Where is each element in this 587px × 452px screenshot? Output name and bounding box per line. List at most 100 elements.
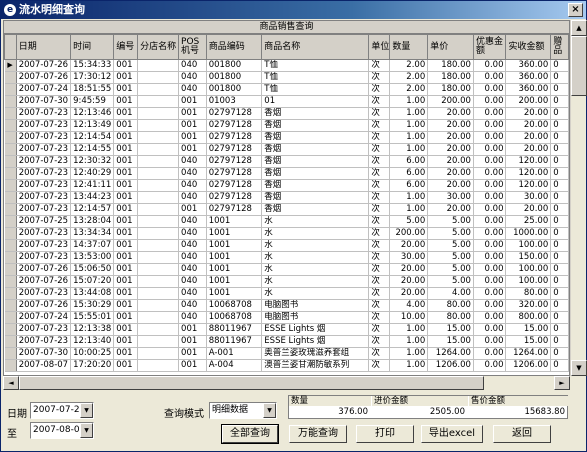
- table-cell[interactable]: 20.00: [389, 263, 429, 276]
- table-cell[interactable]: 12:14:57: [70, 203, 115, 216]
- table-cell[interactable]: 180.00: [427, 83, 474, 96]
- table-cell[interactable]: 040: [178, 191, 207, 204]
- table-cell[interactable]: 0.00: [473, 227, 507, 240]
- table-row[interactable]: 2007-07-26 15:30:29 001 040 10068708 电脑图书次 4.0…: [4, 299, 569, 312]
- table-cell[interactable]: [137, 347, 180, 360]
- table-cell[interactable]: 0.00: [473, 335, 507, 348]
- table-cell[interactable]: 5.00: [427, 239, 474, 252]
- table-cell[interactable]: 150.00: [505, 251, 552, 264]
- table-cell[interactable]: 电脑图书: [261, 299, 370, 312]
- table-cell[interactable]: 0: [550, 335, 569, 348]
- horizontal-scrollbar[interactable]: ◄ ►: [3, 376, 570, 390]
- table-cell[interactable]: 20.00: [389, 239, 429, 252]
- table-cell[interactable]: 040: [178, 287, 207, 300]
- table-cell[interactable]: [137, 71, 180, 84]
- table-cell[interactable]: 0.00: [473, 359, 507, 372]
- table-cell[interactable]: 2.00: [389, 71, 429, 84]
- table-cell[interactable]: 香烟: [261, 203, 370, 216]
- table-cell[interactable]: 1.00: [389, 323, 429, 336]
- table-cell[interactable]: 0.00: [473, 311, 507, 324]
- table-cell[interactable]: 001: [113, 287, 139, 300]
- table-cell[interactable]: 30.00: [505, 191, 552, 204]
- table-cell[interactable]: 0: [550, 287, 569, 300]
- table-cell[interactable]: [137, 335, 180, 348]
- table-cell[interactable]: 次: [368, 275, 391, 288]
- table-cell[interactable]: 水: [261, 275, 370, 288]
- table-cell[interactable]: 0: [550, 155, 569, 168]
- table-cell[interactable]: 20.00: [505, 203, 552, 216]
- table-row[interactable]: 2007-07-23 14:37:07 001 040 1001 水次 20.00 5.00 0…: [4, 239, 569, 252]
- table-cell[interactable]: [137, 323, 180, 336]
- print-button[interactable]: 打印: [356, 425, 414, 443]
- column-header[interactable]: 时间: [70, 34, 115, 60]
- row-selector[interactable]: [4, 215, 17, 228]
- table-cell[interactable]: 20.00: [505, 143, 552, 156]
- horizontal-scroll-thumb[interactable]: [19, 376, 484, 390]
- table-cell[interactable]: 001: [178, 347, 207, 360]
- table-cell[interactable]: T恤: [261, 71, 370, 84]
- table-cell[interactable]: 001: [113, 251, 139, 264]
- table-cell[interactable]: 2007-07-23: [16, 287, 72, 300]
- table-cell[interactable]: 13:44:08: [70, 287, 115, 300]
- table-cell[interactable]: T恤: [261, 59, 370, 72]
- table-cell[interactable]: 15.00: [505, 335, 552, 348]
- table-cell[interactable]: 0: [550, 203, 569, 216]
- table-row[interactable]: 2007-07-25 13:28:04 001 040 1001 水次 5.00 5.00 0.…: [4, 215, 569, 228]
- table-cell[interactable]: 0: [550, 107, 569, 120]
- table-cell[interactable]: 0.00: [473, 119, 507, 132]
- table-cell[interactable]: [137, 215, 180, 228]
- table-cell[interactable]: 5.00: [427, 251, 474, 264]
- table-cell[interactable]: [137, 239, 180, 252]
- table-cell[interactable]: 次: [368, 191, 391, 204]
- back-button[interactable]: 返回: [493, 425, 551, 443]
- table-cell[interactable]: 0: [550, 143, 569, 156]
- table-cell[interactable]: 0.00: [473, 263, 507, 276]
- table-cell[interactable]: 次: [368, 311, 391, 324]
- table-cell[interactable]: 0: [550, 311, 569, 324]
- table-cell[interactable]: 20.00: [389, 287, 429, 300]
- table-cell[interactable]: 001: [113, 275, 139, 288]
- table-cell[interactable]: 1264.00: [505, 347, 552, 360]
- row-selector[interactable]: [4, 335, 17, 348]
- table-cell[interactable]: 次: [368, 119, 391, 132]
- table-cell[interactable]: 12:30:32: [70, 155, 115, 168]
- table-cell[interactable]: 次: [368, 71, 391, 84]
- table-cell[interactable]: 02797128: [206, 155, 263, 168]
- table-cell[interactable]: 001: [178, 323, 207, 336]
- table-row[interactable]: 2007-07-26 15:07:20 001 040 1001 水次 20.00 5.00 0…: [4, 275, 569, 288]
- table-cell[interactable]: 1206.00: [505, 359, 552, 372]
- table-cell[interactable]: 1001: [206, 263, 263, 276]
- row-selector[interactable]: [4, 107, 17, 120]
- table-cell[interactable]: 2007-07-23: [16, 167, 72, 180]
- table-row[interactable]: 2007-07-23 13:44:08 001 040 1001 水次 20.00 4.00 0…: [4, 287, 569, 300]
- table-cell[interactable]: 18:51:55: [70, 83, 115, 96]
- table-cell[interactable]: 1.00: [389, 359, 429, 372]
- table-cell[interactable]: 12:13:38: [70, 323, 115, 336]
- table-cell[interactable]: 香烟: [261, 155, 370, 168]
- table-cell[interactable]: [137, 287, 180, 300]
- table-cell[interactable]: 0.00: [473, 347, 507, 360]
- row-selector[interactable]: [4, 143, 17, 156]
- table-cell[interactable]: [137, 263, 180, 276]
- table-cell[interactable]: 1.00: [389, 335, 429, 348]
- table-cell[interactable]: 5.00: [427, 227, 474, 240]
- table-cell[interactable]: 15.00: [427, 335, 474, 348]
- table-cell[interactable]: 040: [178, 155, 207, 168]
- table-cell[interactable]: 20.00: [427, 143, 474, 156]
- column-header[interactable]: 日期: [15, 34, 72, 60]
- table-cell[interactable]: 水: [261, 239, 370, 252]
- row-selector[interactable]: [4, 275, 17, 288]
- table-cell[interactable]: [137, 203, 180, 216]
- table-cell[interactable]: 02797128: [206, 143, 263, 156]
- table-cell[interactable]: 001: [113, 227, 139, 240]
- table-cell[interactable]: 15:07:20: [70, 275, 115, 288]
- table-row[interactable]: 2007-07-24 18:51:55 001 040 001800 T恤次 2.00 180…: [4, 83, 569, 96]
- table-cell[interactable]: 香烟: [261, 179, 370, 192]
- table-row[interactable]: 2007-07-26 15:06:50 001 040 1001 水次 20.00 5.00 0…: [4, 263, 569, 276]
- table-cell[interactable]: 20.00: [505, 107, 552, 120]
- table-cell[interactable]: 001: [113, 179, 139, 192]
- column-header[interactable]: 分店名称: [137, 34, 180, 60]
- table-cell[interactable]: 15:30:29: [70, 299, 115, 312]
- table-cell[interactable]: 15:34:33: [70, 59, 115, 72]
- row-selector[interactable]: [4, 155, 17, 168]
